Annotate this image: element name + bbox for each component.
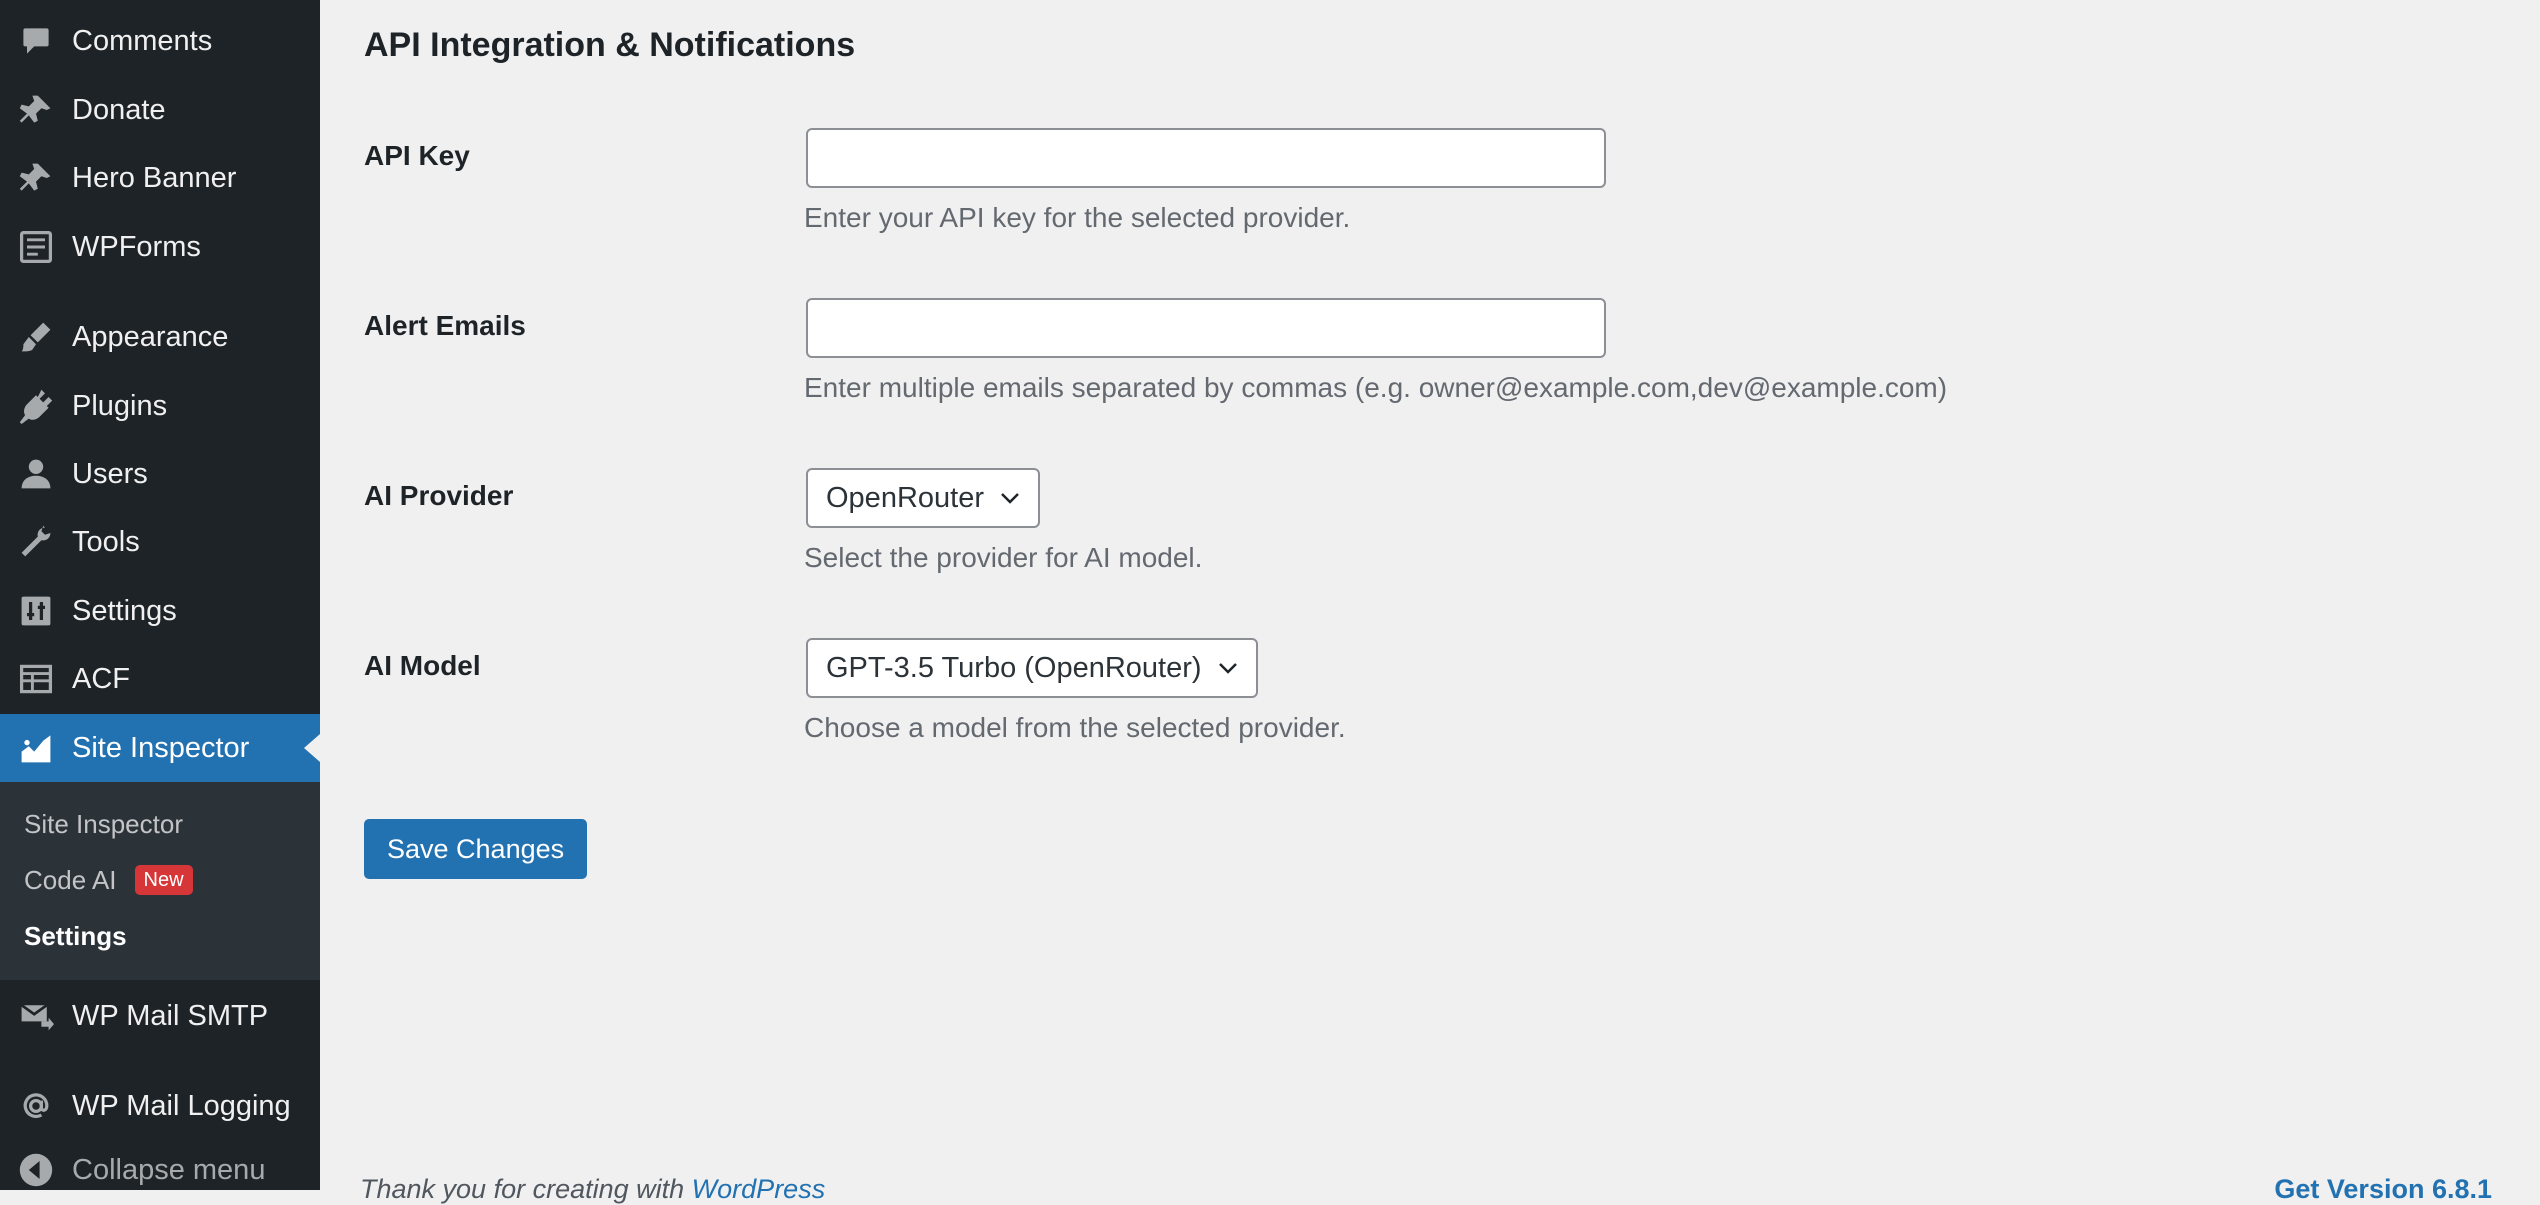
sidebar-item-label: Tools [72, 525, 140, 558]
ai-model-description: Choose a model from the selected provide… [804, 712, 1346, 743]
sidebar-item-label: ACF [72, 662, 130, 695]
sidebar-item-label: Plugins [72, 389, 168, 422]
sidebar-item-label: WPForms [72, 230, 201, 263]
ai-model-selected-value: GPT-3.5 Turbo (OpenRouter) [826, 651, 1202, 684]
submenu-item-settings[interactable]: Settings [24, 916, 127, 956]
api-key-description: Enter your API key for the selected prov… [804, 202, 1351, 233]
wrench-icon [16, 522, 56, 562]
sidebar-item-comments[interactable]: Comments [0, 7, 320, 75]
sidebar-item-appearance[interactable]: Appearance [0, 303, 320, 371]
ai-provider-selected-value: OpenRouter [826, 481, 984, 514]
ai-model-select[interactable]: GPT-3.5 Turbo (OpenRouter) [806, 638, 1258, 698]
sidebar-item-label: Appearance [72, 320, 229, 353]
collapse-label: Collapse menu [72, 1153, 266, 1186]
new-badge: New [134, 865, 193, 895]
sidebar-item-hero-banner[interactable]: Hero Banner [0, 144, 320, 212]
pin-icon [16, 90, 56, 130]
collapse-menu-button[interactable]: Collapse menu [0, 1140, 320, 1200]
settings-content: API Integration & Notifications API Key … [320, 0, 2540, 1204]
sidebar-item-settings[interactable]: Settings [0, 577, 320, 645]
brush-icon [16, 317, 56, 357]
chevron-down-icon [998, 486, 1022, 510]
footer-thanks-text: Thank you for creating with [360, 1174, 692, 1204]
sidebar-item-label: Settings [72, 594, 177, 627]
ai-model-label: AI Model [364, 650, 481, 681]
pin-icon [16, 158, 56, 198]
sidebar-item-label: Site Inspector [72, 731, 250, 764]
sidebar-item-wpforms[interactable]: WPForms [0, 213, 320, 281]
sidebar-item-users[interactable]: Users [0, 440, 320, 508]
sidebar-item-wp-mail-smtp[interactable]: WP Mail SMTP [0, 982, 320, 1050]
sidebar-item-wp-mail-logging[interactable]: WP Mail Logging [0, 1072, 320, 1140]
admin-sidebar: Comments Donate Hero Banner WPForms Appe… [0, 0, 320, 1190]
sidebar-item-label: WP Mail Logging [72, 1089, 291, 1122]
submenu-item-code-ai[interactable]: Code AI New [24, 860, 193, 900]
submenu-item-site-inspector[interactable]: Site Inspector [24, 804, 183, 844]
sidebar-item-donate[interactable]: Donate [0, 76, 320, 144]
submenu-label: Settings [24, 920, 127, 951]
api-key-input[interactable] [806, 128, 1606, 188]
sidebar-item-label: WP Mail SMTP [72, 999, 269, 1032]
form-icon [16, 227, 56, 267]
chevron-down-icon [1216, 656, 1240, 680]
wordpress-link[interactable]: WordPress [692, 1174, 826, 1204]
plug-icon [16, 386, 56, 426]
ai-provider-label: AI Provider [364, 480, 514, 511]
sidebar-item-site-inspector[interactable]: Site Inspector [0, 714, 320, 782]
sidebar-item-label: Hero Banner [72, 161, 237, 194]
section-title: API Integration & Notifications [364, 26, 856, 64]
mail-icon [16, 996, 56, 1036]
user-icon [16, 454, 56, 494]
save-changes-button[interactable]: Save Changes [364, 819, 588, 879]
at-icon [16, 1086, 56, 1126]
ai-provider-description: Select the provider for AI model. [804, 542, 1203, 573]
sidebar-item-label: Donate [72, 93, 166, 126]
sidebar-item-plugins[interactable]: Plugins [0, 372, 320, 440]
submenu-label: Site Inspector [24, 808, 183, 839]
sliders-icon [16, 591, 56, 631]
submenu-label: Code AI [24, 864, 117, 895]
alert-emails-input[interactable] [806, 298, 1606, 358]
sidebar-item-acf[interactable]: ACF [0, 645, 320, 713]
alert-emails-description: Enter multiple emails separated by comma… [804, 372, 1948, 403]
alert-emails-label: Alert Emails [364, 310, 526, 341]
api-key-label: API Key [364, 140, 470, 171]
table-icon [16, 659, 56, 699]
chart-icon [16, 728, 56, 768]
sidebar-item-label: Comments [72, 24, 213, 57]
sidebar-item-tools[interactable]: Tools [0, 508, 320, 576]
sidebar-item-label: Users [72, 457, 148, 490]
comments-icon [16, 21, 56, 61]
collapse-arrow-icon [16, 1150, 56, 1190]
ai-provider-select[interactable]: OpenRouter [806, 468, 1040, 528]
site-inspector-submenu: Site Inspector Code AI New Settings [0, 782, 320, 980]
